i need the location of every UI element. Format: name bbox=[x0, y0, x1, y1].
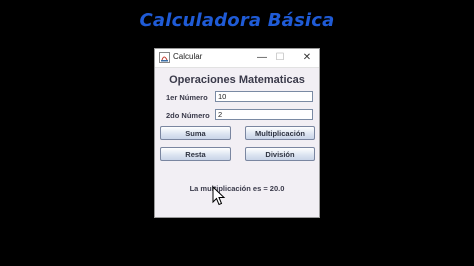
maximize-icon[interactable]: ☐ bbox=[273, 51, 287, 65]
multiply-button[interactable]: Multiplicación bbox=[245, 126, 315, 140]
result-label: La multiplicación es = 20.0 bbox=[189, 184, 285, 193]
window-title: Calcular bbox=[173, 52, 203, 61]
divide-button[interactable]: División bbox=[245, 147, 315, 161]
close-icon[interactable]: ✕ bbox=[300, 51, 314, 65]
num2-input[interactable] bbox=[215, 109, 313, 120]
form-heading: Operaciones Matematicas bbox=[169, 74, 305, 86]
num2-label: 2do Número bbox=[166, 111, 210, 120]
sum-button[interactable]: Suma bbox=[160, 126, 231, 140]
minimize-icon[interactable]: — bbox=[255, 51, 269, 65]
window-titlebar[interactable]: Calcular — ☐ ✕ bbox=[155, 49, 319, 68]
num1-input[interactable] bbox=[215, 91, 313, 102]
java-app-icon bbox=[159, 52, 170, 63]
mouse-pointer-icon bbox=[212, 186, 226, 206]
video-title: Calculadora Básica bbox=[139, 10, 335, 31]
num1-label: 1er Número bbox=[166, 93, 208, 102]
calculator-window: Calcular — ☐ ✕ Operaciones Matematicas 1… bbox=[154, 48, 320, 218]
subtract-button[interactable]: Resta bbox=[160, 147, 231, 161]
